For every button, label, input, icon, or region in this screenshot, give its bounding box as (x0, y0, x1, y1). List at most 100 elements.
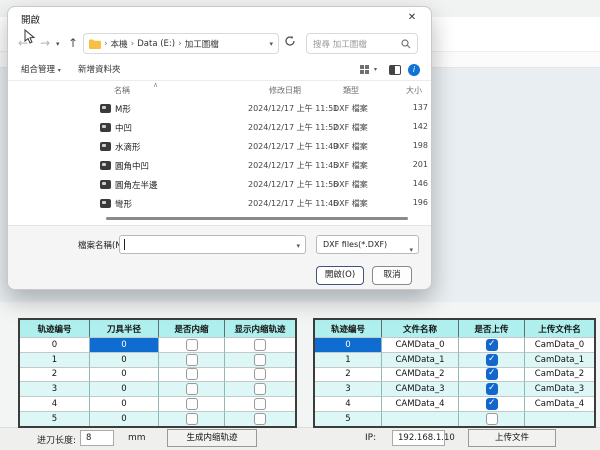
breadcrumb-caret-icon[interactable]: ▾ (269, 40, 273, 48)
view-mode-icon[interactable] (360, 65, 370, 75)
upload-name-cell[interactable] (525, 411, 594, 426)
upload-checkbox[interactable] (486, 383, 498, 395)
search-input[interactable]: 搜尋 加工圖檔 (306, 33, 418, 54)
upload-name-cell[interactable]: CamData_2 (525, 367, 594, 382)
horizontal-scrollbar[interactable] (106, 217, 408, 220)
tool-radius-cell[interactable]: 0 (90, 352, 159, 367)
inset-checkbox[interactable] (186, 339, 198, 351)
upload-file-button[interactable]: 上传文件 (468, 429, 556, 447)
filename-input[interactable]: ▾ (119, 235, 306, 254)
show-inset-checkbox[interactable] (254, 368, 266, 380)
table-row: 4 0 (20, 396, 295, 411)
view-mode-caret-icon[interactable]: ▾ (374, 66, 377, 73)
column-header-modified[interactable]: 修改日期 (269, 85, 301, 96)
inset-checkbox[interactable] (186, 413, 198, 425)
inset-checkbox[interactable] (186, 368, 198, 380)
track-id-cell[interactable]: 2 (315, 367, 382, 382)
organize-menu[interactable]: 組合管理 ▾ (21, 63, 61, 75)
tool-radius-cell[interactable]: 0 (90, 411, 159, 426)
track-id-cell[interactable]: 5 (20, 411, 90, 426)
file-name-cell[interactable]: CAMData_0 (382, 337, 459, 352)
track-id-cell[interactable]: 3 (315, 381, 382, 396)
inset-checkbox[interactable] (186, 354, 198, 366)
show-inset-checkbox[interactable] (254, 339, 266, 351)
breadcrumb-item-folder[interactable]: 加工圖檔 (185, 38, 219, 50)
upload-name-cell[interactable]: CamData_3 (525, 381, 594, 396)
filetype-caret-icon: ▾ (409, 242, 413, 259)
table-row: 5 (315, 411, 594, 426)
forward-icon[interactable]: → (40, 36, 50, 50)
upload-checkbox[interactable] (486, 339, 498, 351)
upload-checkbox[interactable] (486, 368, 498, 380)
track-id-cell[interactable]: 4 (20, 396, 90, 411)
inset-checkbox[interactable] (186, 398, 198, 410)
bottom-controls: 进刀长度: 8 mm 生成内缩轨迹 IP: 192.168.1.10 上传文件 (0, 427, 600, 450)
inset-checkbox[interactable] (186, 383, 198, 395)
cancel-button[interactable]: 取消 (372, 266, 412, 285)
upload-name-cell[interactable]: CamData_1 (525, 352, 594, 367)
show-inset-cell (225, 411, 295, 426)
generate-inset-track-button[interactable]: 生成内缩轨迹 (167, 429, 257, 447)
search-icon (401, 39, 411, 49)
file-row[interactable]: 圓角左半邊 2024/12/17 上午 11:56 DXF 檔案 146 (8, 175, 431, 194)
refresh-icon[interactable] (284, 35, 300, 51)
file-row[interactable]: M形 2024/12/17 上午 11:51 DXF 檔案 137 (8, 99, 431, 118)
file-name-cell[interactable]: CAMData_1 (382, 352, 459, 367)
upload-checkbox[interactable] (486, 398, 498, 410)
open-button[interactable]: 開啟(O) (316, 266, 364, 285)
breadcrumb[interactable]: › 本機 › Data (E:) › 加工圖檔 ▾ (83, 33, 279, 54)
breadcrumb-item-this-pc[interactable]: 本機 (111, 38, 128, 50)
track-id-cell[interactable]: 1 (315, 352, 382, 367)
file-modified: 2024/12/17 上午 11:51 (248, 103, 334, 114)
filename-combo-caret-icon[interactable]: ▾ (296, 242, 300, 250)
info-icon[interactable]: i (408, 64, 420, 76)
show-inset-checkbox[interactable] (254, 413, 266, 425)
dialog-titlebar[interactable]: 開啟 ✕ (8, 7, 431, 29)
track-id-cell[interactable]: 0 (20, 337, 90, 352)
column-header-type[interactable]: 類型 (343, 85, 359, 96)
track-id-cell[interactable]: 4 (315, 396, 382, 411)
feed-length-input[interactable]: 8 (80, 430, 114, 446)
up-icon[interactable]: ↑ (68, 36, 78, 50)
file-row[interactable]: 水滴形 2024/12/17 上午 11:49 DXF 檔案 198 (8, 137, 431, 156)
file-name-cell[interactable]: CAMData_4 (382, 396, 459, 411)
table-row: 2 CAMData_2 CamData_2 (315, 367, 594, 382)
ip-input[interactable]: 192.168.1.10 (392, 430, 445, 446)
upload-name-cell[interactable]: CamData_0 (525, 337, 594, 352)
column-header-name[interactable]: 名稱 (114, 85, 130, 96)
file-row[interactable]: 彎形 2024/12/17 上午 11:46 DXF 檔案 196 (8, 194, 431, 213)
recent-locations-caret-icon[interactable]: ▾ (56, 40, 60, 48)
dxf-file-icon (100, 199, 111, 208)
filetype-select[interactable]: DXF files(*.DXF) ▾ (316, 235, 419, 254)
file-row[interactable]: 圓角中凹 2024/12/17 上午 11:45 DXF 檔案 201 (8, 156, 431, 175)
tool-radius-cell[interactable]: 0 (90, 337, 159, 352)
upload-checkbox[interactable] (486, 413, 498, 425)
breadcrumb-item-drive[interactable]: Data (E:) (137, 39, 175, 49)
file-modified: 2024/12/17 上午 11:49 (248, 141, 334, 152)
new-folder-button[interactable]: 新增資料夾 (78, 63, 121, 75)
column-header-size[interactable]: 大小 (406, 85, 422, 96)
show-inset-checkbox[interactable] (254, 354, 266, 366)
file-row[interactable]: 中凹 2024/12/17 上午 11:52 DXF 檔案 142 (8, 118, 431, 137)
tool-radius-cell[interactable]: 0 (90, 367, 159, 382)
file-name-cell[interactable]: CAMData_2 (382, 367, 459, 382)
track-id-cell[interactable]: 1 (20, 352, 90, 367)
file-name-cell[interactable]: CAMData_3 (382, 381, 459, 396)
close-icon[interactable]: ✕ (404, 10, 420, 26)
upload-checkbox[interactable] (486, 354, 498, 366)
track-id-cell[interactable]: 2 (20, 367, 90, 382)
track-id-cell[interactable]: 3 (20, 381, 90, 396)
upload-name-cell[interactable]: CamData_4 (525, 396, 594, 411)
file-name-cell[interactable] (382, 411, 459, 426)
table-header-row: 轨迹编号 刀具半径 是否内缩 显示内缩轨迹 (20, 320, 295, 337)
tool-radius-cell[interactable]: 0 (90, 381, 159, 396)
show-inset-checkbox[interactable] (254, 398, 266, 410)
track-id-cell[interactable]: 5 (315, 411, 382, 426)
preview-pane-icon[interactable] (389, 65, 401, 75)
track-id-cell[interactable]: 0 (315, 337, 382, 352)
tool-radius-cell[interactable]: 0 (90, 396, 159, 411)
table-row: 0 CAMData_0 CamData_0 (315, 337, 594, 352)
upload-cell (459, 337, 525, 352)
show-inset-checkbox[interactable] (254, 383, 266, 395)
col-inset: 是否内缩 (159, 320, 225, 337)
